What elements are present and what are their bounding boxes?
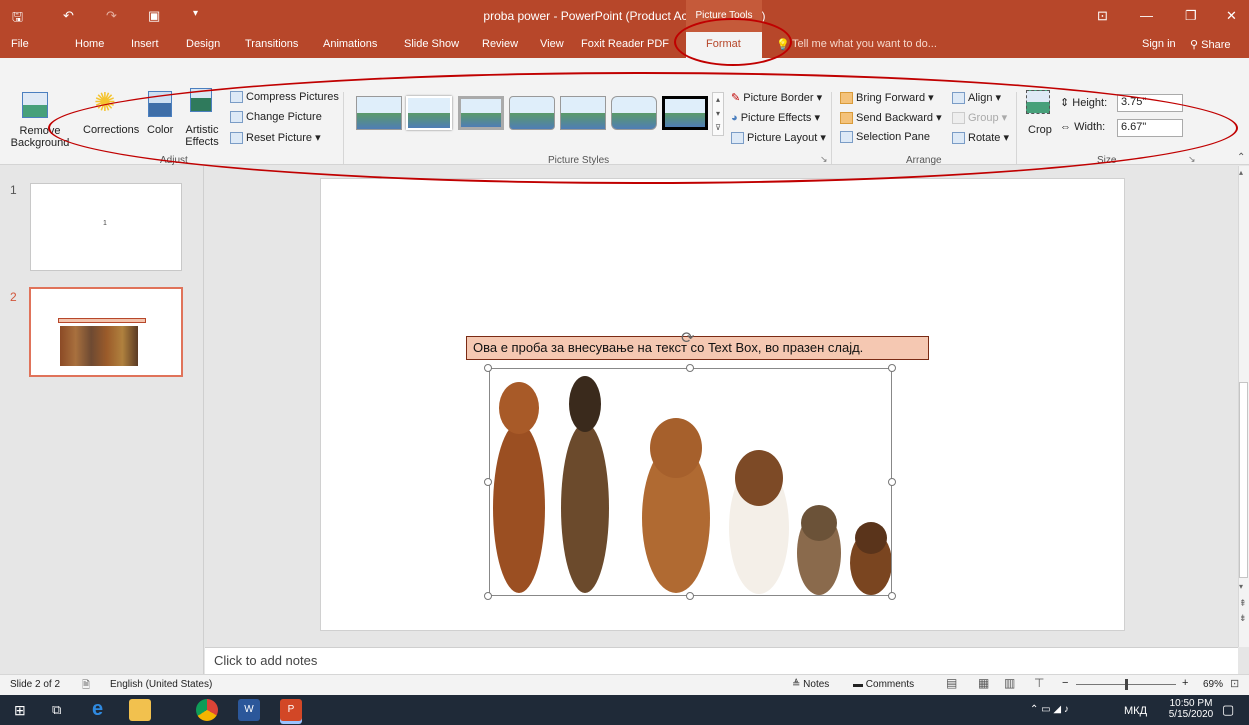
remove-background-icon [22,92,48,118]
reading-view-icon[interactable]: ▥ [1004,676,1015,690]
resize-handle-sw[interactable] [484,592,492,600]
comments-button[interactable]: ▬ Comments [853,679,914,690]
annotation-circle-ribbon [48,72,1238,184]
sign-in-link[interactable]: Sign in [1142,38,1176,50]
previous-slide-icon[interactable]: ⇞ [1239,598,1247,609]
minimize-icon[interactable]: — [1140,8,1153,23]
slide-number-1: 1 [10,183,17,197]
size-dialog-launcher-icon[interactable]: ↘ [1188,154,1196,165]
action-center-icon[interactable]: ▢ [1222,702,1234,718]
file-explorer-icon[interactable] [129,699,151,721]
language-indicator[interactable]: English (United States) [110,679,212,690]
restore-icon[interactable]: ❐ [1185,8,1197,24]
tab-transitions[interactable]: Transitions [245,38,298,50]
resize-handle-se[interactable] [888,592,896,600]
slide-textbox[interactable]: Ова е проба за внесување на текст со Tex… [466,336,929,360]
tab-view[interactable]: View [540,38,564,50]
slide-2-mini-picture [60,326,138,366]
resize-handle-s[interactable] [686,592,694,600]
input-language[interactable]: МКД [1124,705,1147,717]
powerpoint-icon[interactable]: P [280,699,302,721]
chrome-icon[interactable] [196,699,218,721]
resize-handle-n[interactable] [686,364,694,372]
notes-placeholder[interactable]: Click to add notes [214,653,317,668]
slide-sorter-icon[interactable]: ▦ [978,676,989,690]
next-slide-icon[interactable]: ⇟ [1239,613,1247,624]
slide-number-2: 2 [10,290,17,304]
ribbon-display-options-icon[interactable]: ⊡ [1097,8,1108,24]
notes-label: Notes [803,679,830,690]
collapse-ribbon-icon[interactable]: ⌃ [1237,152,1245,163]
tab-insert[interactable]: Insert [131,38,159,50]
comments-label: Comments [865,679,915,690]
normal-view-icon[interactable]: ▤ [946,676,957,690]
person-icon: ⚲ [1190,39,1199,51]
window-title: proba power - PowerPoint (Product Activa… [483,9,766,23]
tell-me-box[interactable]: Tell me what you want to do... [792,38,937,50]
tab-file[interactable]: File [11,38,29,50]
notes-icon: ≜ [792,679,801,690]
windows-start-icon[interactable]: ⊞ [14,702,26,719]
slide-2-mini-textbox [58,318,146,323]
share-button[interactable]: ⚲ Share [1190,38,1230,51]
zoom-out-icon[interactable]: − [1062,677,1068,689]
slide-1-title: 1 [103,220,107,227]
scroll-up-icon[interactable]: ▴ [1239,168,1243,177]
slide-indicator: Slide 2 of 2 [10,679,61,690]
spelling-icon[interactable]: 🗎 [82,678,90,695]
edge-browser-icon[interactable]: e [92,698,103,721]
tab-design[interactable]: Design [186,38,220,50]
comment-icon: ▬ [853,679,863,690]
clock-date: 5/15/2020 [1168,709,1214,720]
fit-to-window-icon[interactable]: ⊡ [1230,677,1239,690]
tray-icons[interactable]: ⌃ ▭ ◢ ♪ [1030,704,1069,715]
tab-review[interactable]: Review [482,38,518,50]
notes-pane[interactable] [205,647,1238,674]
slide-thumbnail-1[interactable] [30,183,182,271]
tab-home[interactable]: Home [75,38,104,50]
resize-handle-e[interactable] [888,478,896,486]
close-icon[interactable]: ✕ [1226,8,1237,24]
scrollbar-thumb[interactable] [1239,382,1248,578]
resize-handle-nw[interactable] [484,364,492,372]
rotate-handle-icon[interactable]: ⟳ [681,328,694,348]
annotation-circle-picture-tools [674,18,792,66]
tab-animations[interactable]: Animations [323,38,377,50]
word-icon[interactable]: W [238,699,260,721]
scroll-down-icon[interactable]: ▾ [1239,582,1243,591]
resize-handle-w[interactable] [484,478,492,486]
clock[interactable]: 10:50 PM 5/15/2020 [1168,698,1214,720]
notes-button[interactable]: ≜ Notes [792,679,829,690]
task-view-icon[interactable]: ⧉ [52,702,61,718]
zoom-in-icon[interactable]: + [1182,677,1188,689]
share-label: Share [1201,39,1231,51]
zoom-level[interactable]: 69% [1203,679,1223,690]
slideshow-view-icon[interactable]: ⊤ [1034,676,1044,690]
picture-selection-frame [489,368,892,596]
resize-handle-ne[interactable] [888,364,896,372]
zoom-slider-thumb[interactable] [1125,679,1128,690]
clock-time: 10:50 PM [1169,698,1213,709]
tab-slide-show[interactable]: Slide Show [404,38,459,50]
tab-foxit-reader-pdf[interactable]: Foxit Reader PDF [581,38,669,50]
